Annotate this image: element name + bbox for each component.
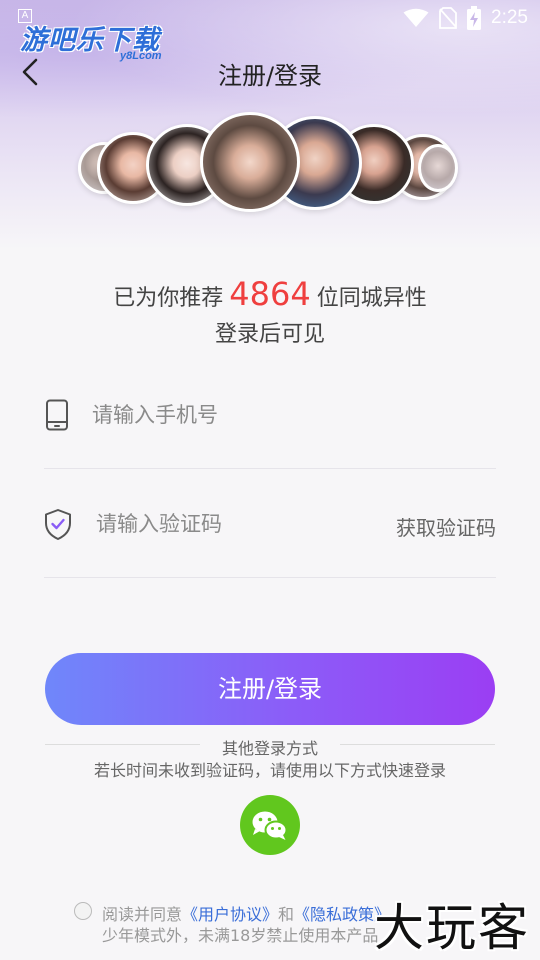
recommendation-subtitle: 登录后可见 bbox=[214, 322, 325, 347]
divider bbox=[44, 577, 496, 578]
battery-charging-icon bbox=[467, 6, 482, 30]
phone-field bbox=[44, 385, 496, 445]
watermark-bottom-logo: 大玩客 bbox=[374, 899, 530, 957]
wechat-icon bbox=[252, 811, 288, 840]
agreement-text-line2: 少年模式外，未满18岁禁止使用本产品 bbox=[102, 926, 379, 945]
agreement-checkbox[interactable] bbox=[74, 902, 92, 920]
page-title: 注册/登录 bbox=[217, 62, 323, 90]
code-field: 获取验证码 bbox=[44, 494, 496, 554]
phone-input[interactable] bbox=[92, 395, 372, 435]
recommendation-suffix: 位同城异性 bbox=[316, 286, 427, 311]
divider bbox=[44, 468, 496, 469]
recommendation-count: 4864 bbox=[229, 275, 311, 313]
code-input[interactable] bbox=[96, 504, 376, 544]
avatar-carousel bbox=[0, 112, 540, 222]
recommendation-prefix: 已为你推荐 bbox=[113, 286, 224, 311]
avatar bbox=[200, 112, 300, 212]
other-login-title: 其他登录方式 bbox=[221, 739, 318, 758]
phone-icon bbox=[46, 399, 68, 431]
status-time: 2:25 bbox=[491, 7, 528, 28]
register-login-button[interactable]: 注册/登录 bbox=[45, 653, 495, 725]
wechat-login-button[interactable] bbox=[240, 795, 300, 855]
no-sim-icon bbox=[439, 7, 457, 29]
other-login-hint: 若长时间未收到验证码，请使用以下方式快速登录 bbox=[93, 761, 446, 780]
get-code-button[interactable]: 获取验证码 bbox=[396, 512, 496, 541]
recommendation-line: 已为你推荐 4864 位同城异性 bbox=[0, 275, 540, 313]
wifi-icon bbox=[403, 8, 429, 27]
avatar bbox=[418, 144, 458, 192]
shield-check-icon bbox=[45, 509, 71, 540]
